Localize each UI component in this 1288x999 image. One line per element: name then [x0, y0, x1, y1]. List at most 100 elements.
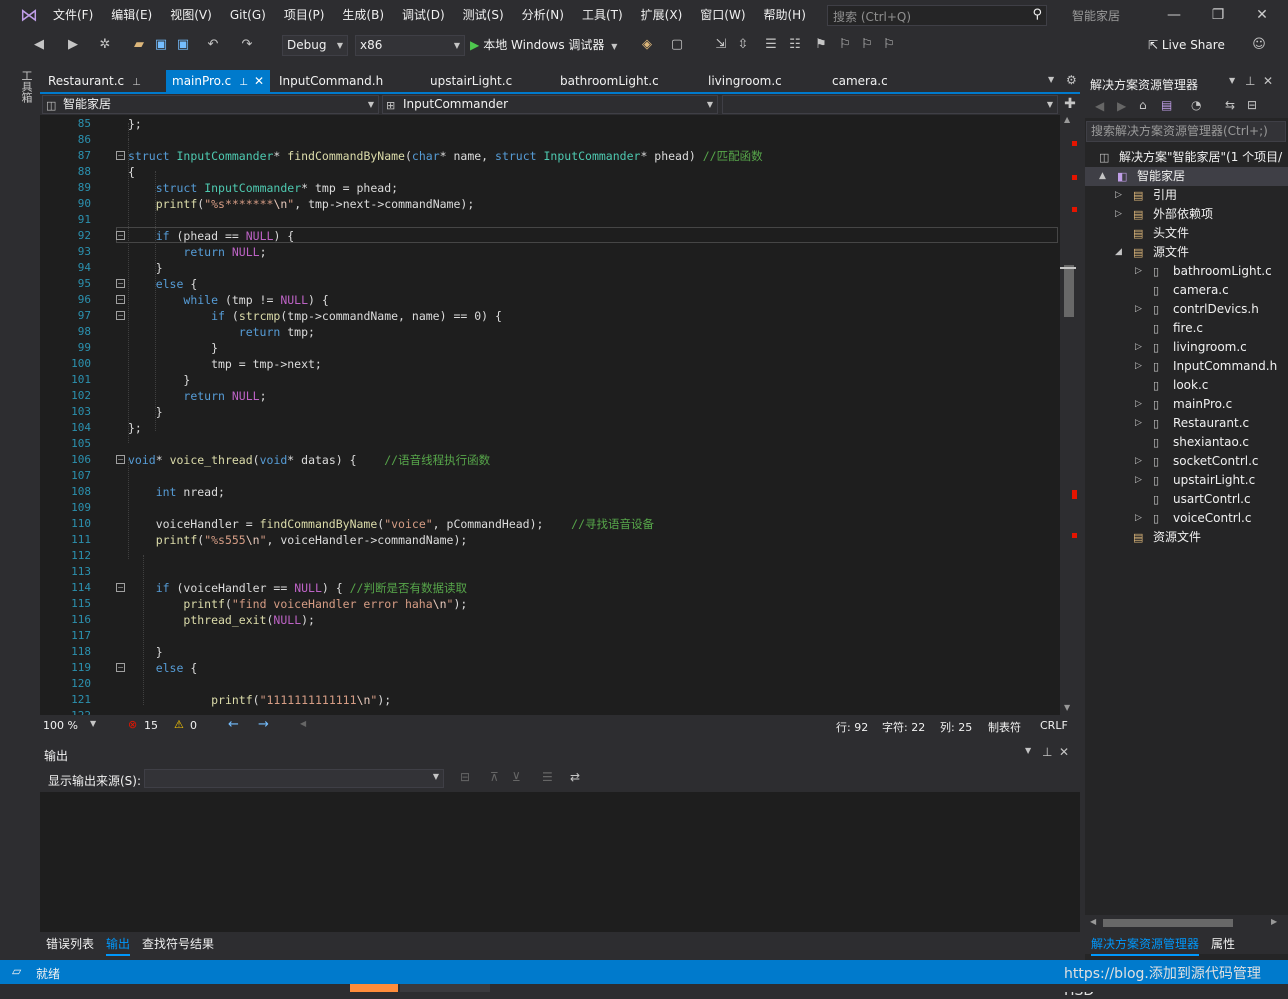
open-folder-icon[interactable]: ▰	[130, 36, 148, 54]
bottom-tab[interactable]: 错误列表	[46, 935, 94, 952]
scrollbar-thumb[interactable]	[1064, 265, 1074, 317]
step-over-icon[interactable]: ⇳	[734, 36, 752, 54]
nav-forward-icon[interactable]: →	[258, 717, 269, 732]
code-line[interactable]: };	[128, 116, 142, 132]
solution-bottom-tab[interactable]: 解决方案资源管理器	[1091, 935, 1200, 956]
code-line[interactable]: voiceHandler = findCommandByName("voice"…	[128, 516, 654, 532]
expand-icon[interactable]: ▷	[1115, 205, 1122, 224]
nav-back-icon[interactable]: ←	[228, 717, 239, 732]
scroll-right-icon[interactable]: ▶	[1271, 917, 1277, 926]
code-line[interactable]: };	[128, 420, 142, 436]
eol-mode[interactable]: CRLF	[1040, 719, 1068, 732]
code-line[interactable]: int nread;	[128, 484, 225, 500]
code-line[interactable]: printf("1111111111111\n");	[128, 692, 391, 708]
tab-overflow-icon[interactable]: ▼	[1048, 75, 1054, 84]
uncomment-icon[interactable]: ☷	[786, 36, 804, 54]
code-line[interactable]: else {	[128, 660, 198, 676]
scroll-up-icon[interactable]: ▲	[1064, 115, 1070, 124]
tree-item[interactable]: ▷ ▯ contrlDevics.h	[1085, 300, 1288, 319]
fold-toggle-icon[interactable]: −	[116, 151, 125, 160]
expand-icon[interactable]: ▷	[1135, 414, 1142, 433]
tree-item[interactable]: ▯ fire.c	[1085, 319, 1288, 338]
tree-item[interactable]: ▷ ▯ voiceContrl.c	[1085, 509, 1288, 528]
back-icon[interactable]: ◀	[30, 36, 48, 54]
scroll-left-icon[interactable]: ◀	[1090, 917, 1096, 926]
close-window-button[interactable]: ✕	[1240, 0, 1284, 31]
close-icon[interactable]: ✕	[1263, 74, 1273, 88]
chevron-down-icon[interactable]: ▼	[1025, 746, 1031, 755]
tree-item[interactable]: ▯ look.c	[1085, 376, 1288, 395]
menu-item[interactable]: 文件(F)	[44, 0, 102, 31]
comment-icon[interactable]: ☰	[762, 36, 780, 54]
tree-item[interactable]: ▯ camera.c	[1085, 281, 1288, 300]
next-bookmark-icon[interactable]: ⚐	[858, 36, 876, 54]
code-line[interactable]: }	[128, 340, 218, 356]
tree-item[interactable]: ▲ ◧ 智能家居	[1085, 167, 1288, 186]
prev-bookmark-icon[interactable]: ⚐	[836, 36, 854, 54]
code-line[interactable]: else {	[128, 276, 198, 292]
screenshot-icon[interactable]: ▢	[668, 36, 686, 54]
document-tab[interactable]: upstairLight.c	[424, 70, 552, 92]
close-icon[interactable]: ✕	[254, 74, 264, 88]
menu-item[interactable]: 编辑(E)	[102, 0, 161, 31]
document-tab[interactable]: livingroom.c	[702, 70, 824, 92]
code-line[interactable]: }	[128, 644, 163, 660]
save-icon[interactable]: ▣	[152, 36, 170, 54]
tree-item[interactable]: ▷ ▯ mainPro.c	[1085, 395, 1288, 414]
menu-item[interactable]: 窗口(W)	[691, 0, 754, 31]
menu-item[interactable]: 视图(V)	[161, 0, 221, 31]
code-line[interactable]: return NULL;	[128, 244, 266, 260]
expand-icon[interactable]: ▷	[1135, 452, 1142, 471]
expand-icon[interactable]: ▷	[1135, 395, 1142, 414]
taskbar-item[interactable]	[400, 984, 490, 992]
fold-toggle-icon[interactable]: −	[116, 455, 125, 464]
document-tab[interactable]: Restaurant.c ⊥	[42, 70, 164, 92]
fold-toggle-icon[interactable]: −	[116, 663, 125, 672]
minimize-button[interactable]: —	[1152, 0, 1196, 31]
tree-item[interactable]: ◫ 解决方案"智能家居"(1 个项目/	[1085, 148, 1288, 167]
prev-message-icon[interactable]: ⊼	[490, 770, 499, 784]
pin-icon[interactable]: ⊥	[132, 77, 141, 88]
code-line[interactable]: struct InputCommander* tmp = phead;	[128, 180, 398, 196]
new-project-icon[interactable]: ✲	[96, 36, 114, 54]
code-line[interactable]: {	[128, 164, 135, 180]
code-line[interactable]: void* voice_thread(void* datas) { //语音线程…	[128, 452, 490, 468]
code-line[interactable]: return NULL;	[128, 388, 266, 404]
expand-icon[interactable]: ▷	[1115, 186, 1122, 205]
next-message-icon[interactable]: ⊻	[512, 770, 521, 784]
code-line[interactable]: pthread_exit(NULL);	[128, 612, 315, 628]
editor-vertical-scrollbar[interactable]: ▲ ▼	[1060, 115, 1080, 715]
bottom-tab[interactable]: 输出	[106, 935, 131, 956]
tree-item[interactable]: ▷ ▤ 外部依赖项	[1085, 205, 1288, 224]
live-share-button[interactable]: ⇱ Live Share	[1148, 38, 1225, 52]
fold-toggle-icon[interactable]: −	[116, 279, 125, 288]
collapse-all-icon[interactable]: ⊟	[1247, 98, 1257, 112]
code-line[interactable]: struct InputCommander* findCommandByName…	[128, 148, 763, 164]
close-icon[interactable]: ✕	[1059, 745, 1069, 759]
search-box[interactable]: 搜索 (Ctrl+Q) ⚲	[827, 5, 1047, 26]
find-message-icon[interactable]: ⊟	[460, 770, 470, 784]
solution-bottom-tab[interactable]: 属性	[1211, 935, 1235, 952]
back-icon[interactable]: ◀	[1095, 99, 1104, 113]
forward-icon[interactable]: ▶	[1117, 99, 1126, 113]
warning-icon[interactable]: ⚠	[174, 718, 184, 731]
tree-item[interactable]: ▷ ▯ InputCommand.h	[1085, 357, 1288, 376]
platform-select[interactable]: x86 ▼	[355, 35, 465, 56]
word-wrap-icon[interactable]: ⇄	[570, 770, 580, 784]
scroll-down-icon[interactable]: ▼	[1064, 703, 1070, 712]
code-line[interactable]: }	[128, 372, 190, 388]
document-tab[interactable]: camera.c	[826, 70, 936, 92]
tree-item[interactable]: ▷ ▯ Restaurant.c	[1085, 414, 1288, 433]
code-line[interactable]: if (voiceHandler == NULL) { //判断是否有数据读取	[128, 580, 467, 596]
expand-icon[interactable]: ▷	[1135, 509, 1142, 528]
pin-icon[interactable]: ⊥	[239, 77, 248, 88]
tabs-mode[interactable]: 制表符	[988, 719, 1021, 735]
gear-icon[interactable]: ⚙	[1066, 73, 1077, 87]
code-editor[interactable]: 85 86 87 88 89 90 91 92 93 94 95 96 97 98 99 100 101 102 1…	[40, 115, 1060, 715]
fold-toggle-icon[interactable]: −	[116, 583, 125, 592]
code-line[interactable]: if (strcmp(tmp->commandName, name) == 0)…	[128, 308, 502, 324]
tree-item[interactable]: ▷ ▯ upstairLight.c	[1085, 471, 1288, 490]
solution-config-select[interactable]: Debug ▼	[282, 35, 348, 56]
error-icon[interactable]: ⊗	[128, 718, 137, 731]
step-icon[interactable]: ⇲	[712, 36, 730, 54]
